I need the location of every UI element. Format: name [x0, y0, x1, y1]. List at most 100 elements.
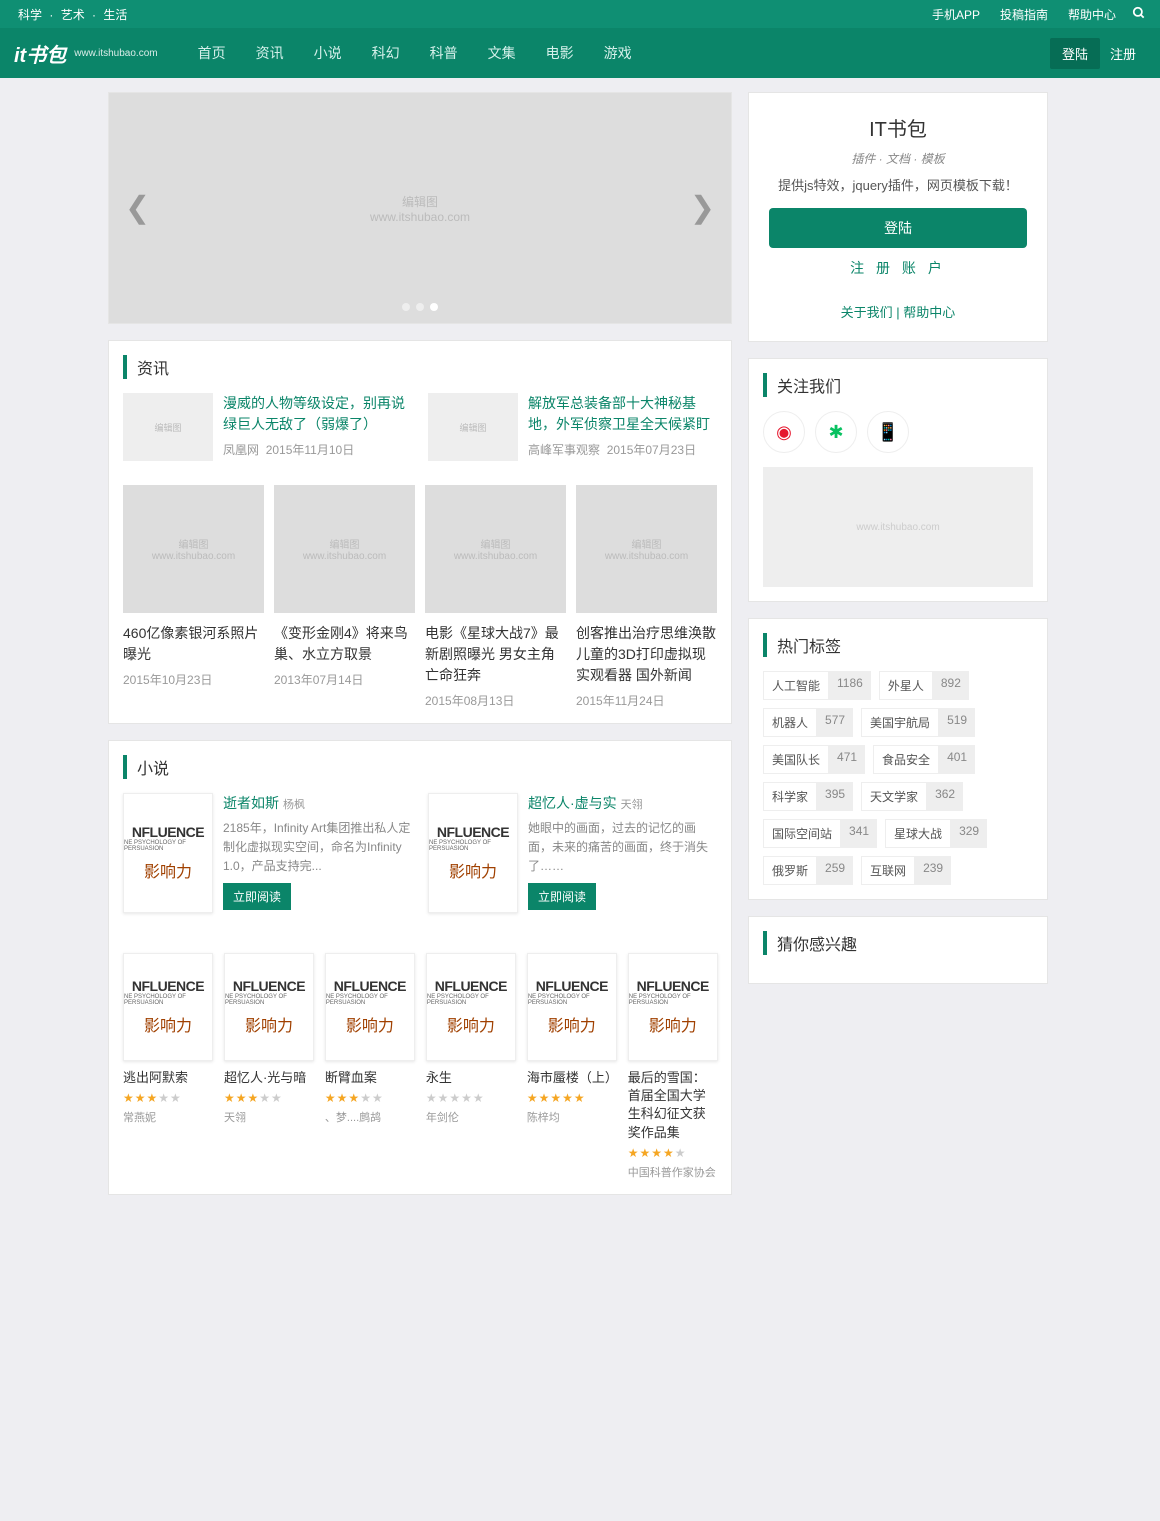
search-icon[interactable]: [1132, 6, 1146, 23]
novel-card[interactable]: NFLUENCENE PSYCHOLOGY OF PERSUASION影响力 永…: [426, 953, 515, 1180]
tag[interactable]: 科学家395: [763, 782, 853, 811]
article-card[interactable]: 编辑图www.itshubao.com 460亿像素银河系照片曝光 2015年1…: [123, 485, 264, 709]
article-title: 解放军总装备部十大神秘基地，外军侦察卫星全天候紧盯: [528, 393, 717, 435]
article-meta: 高峰军事观察 2015年07月23日: [528, 441, 717, 458]
nav-item[interactable]: 科普: [430, 43, 458, 63]
article-item[interactable]: 编辑图 漫威的人物等级设定，别再说绿巨人无敌了（弱爆了） 凤凰网 2015年11…: [123, 393, 412, 461]
topbar-link[interactable]: 科学: [14, 8, 46, 22]
tag[interactable]: 星球大战329: [885, 819, 987, 848]
login-button[interactable]: 登陆: [1050, 38, 1100, 69]
novel-title: 超忆人·虚与实: [528, 795, 617, 811]
article-title: 460亿像素银河系照片曝光: [123, 623, 264, 665]
novel-card[interactable]: NFLUENCENE PSYCHOLOGY OF PERSUASION影响力 超…: [224, 953, 313, 1180]
topbar-link[interactable]: 生活: [99, 8, 131, 22]
novel-title: 逝者如斯: [223, 795, 279, 811]
novel-title: 超忆人·光与暗: [224, 1069, 313, 1087]
mobile-icon[interactable]: 📱: [867, 411, 909, 453]
carousel-dot[interactable]: [416, 303, 424, 311]
article-card[interactable]: 编辑图www.itshubao.com 《变形金刚4》将来鸟巢、水立方取景 20…: [274, 485, 415, 709]
side-brief: 提供js特效，jquery插件，网页模板下载！: [769, 175, 1027, 194]
novel-title: 海市蜃楼（上）: [527, 1069, 616, 1087]
novel-card[interactable]: NFLUENCENE PSYCHOLOGY OF PERSUASION影响力 断…: [325, 953, 414, 1180]
article-date: 2015年08月13日: [425, 692, 566, 709]
side-tagline: 插件 · 文档 · 模板: [769, 150, 1027, 167]
nav-item[interactable]: 游戏: [604, 43, 632, 63]
nav-item[interactable]: 科幻: [372, 43, 400, 63]
carousel-next-icon[interactable]: ❯: [682, 183, 723, 234]
topbar-link[interactable]: 艺术: [57, 8, 89, 22]
thumbnail: 编辑图: [123, 393, 213, 461]
novel-card[interactable]: NFLUENCENE PSYCHOLOGY OF PERSUASION影响力 海…: [527, 953, 616, 1180]
about-link[interactable]: 关于我们: [841, 305, 893, 320]
wechat-icon[interactable]: ✱: [815, 411, 857, 453]
tag[interactable]: 美国队长471: [763, 745, 865, 774]
tag[interactable]: 机器人577: [763, 708, 853, 737]
carousel-placeholder: 编辑图 www.itshubao.com: [109, 93, 731, 323]
nav-item[interactable]: 资讯: [256, 43, 284, 63]
novel-title: 逃出阿默索: [123, 1069, 212, 1087]
carousel-dot[interactable]: [430, 303, 438, 311]
tag[interactable]: 外星人892: [879, 671, 969, 700]
site-logo-sub: www.itshubao.com: [74, 48, 157, 59]
tag[interactable]: 互联网239: [861, 856, 951, 885]
tag[interactable]: 俄罗斯259: [763, 856, 853, 885]
nav-item[interactable]: 首页: [198, 43, 226, 63]
novel-author: 常燕妮: [123, 1109, 212, 1125]
nav-item[interactable]: 电影: [546, 43, 574, 63]
topbar-link[interactable]: 投稿指南: [996, 6, 1052, 23]
tag[interactable]: 食品安全401: [873, 745, 975, 774]
article-title: 创客推出治疗思维涣散儿童的3D打印虚拟现实观看器 国外新闻: [576, 623, 717, 686]
panel-title: 资讯: [123, 355, 717, 379]
novel-card[interactable]: NFLUENCENE PSYCHOLOGY OF PERSUASION影响力 最…: [628, 953, 717, 1180]
carousel-dot[interactable]: [402, 303, 410, 311]
star-rating: ★★★★★: [426, 1091, 515, 1105]
tag[interactable]: 人工智能1186: [763, 671, 871, 700]
side-title: IT书包: [769, 113, 1027, 142]
novel-panel: 小说 NFLUENCENE PSYCHOLOGY OF PERSUASION影响…: [108, 740, 732, 1195]
nav-item[interactable]: 文集: [488, 43, 516, 63]
tag[interactable]: 天文学家362: [861, 782, 963, 811]
topbar-right: 手机APP 投稿指南 帮助中心: [928, 6, 1146, 23]
novel-desc: 2185年，Infinity Art集团推出私人定制化虚拟现实空间，命名为Inf…: [223, 819, 412, 877]
ad-placeholder: www.itshubao.com: [763, 467, 1033, 587]
book-cover: NFLUENCENE PSYCHOLOGY OF PERSUASION影响力: [426, 953, 516, 1061]
site-logo[interactable]: it书包: [14, 39, 66, 68]
topbar-link[interactable]: 手机APP: [928, 6, 984, 23]
book-cover: NFLUENCENE PSYCHOLOGY OF PERSUASION影响力: [428, 793, 518, 913]
star-rating: ★★★★★: [224, 1091, 313, 1105]
novel-featured[interactable]: NFLUENCENE PSYCHOLOGY OF PERSUASION影响力 逝…: [123, 793, 412, 913]
read-button[interactable]: 立即阅读: [223, 883, 291, 910]
novel-title: 断臂血案: [325, 1069, 414, 1087]
article-card[interactable]: 编辑图www.itshubao.com 电影《星球大战7》最新剧照曝光 男女主角…: [425, 485, 566, 709]
star-rating: ★★★★★: [325, 1091, 414, 1105]
star-rating: ★★★★★: [628, 1146, 717, 1160]
book-cover: NFLUENCENE PSYCHOLOGY OF PERSUASION影响力: [325, 953, 415, 1061]
panel-title: 猜你感兴趣: [763, 931, 1033, 955]
news-panel: 资讯 编辑图 漫威的人物等级设定，别再说绿巨人无敌了（弱爆了） 凤凰网 2015…: [108, 340, 732, 724]
article-date: 2015年10月23日: [123, 671, 264, 688]
tag[interactable]: 国际空间站341: [763, 819, 877, 848]
star-rating: ★★★★★: [527, 1091, 616, 1105]
topbar-link[interactable]: 帮助中心: [1064, 6, 1120, 23]
register-button[interactable]: 注册: [1100, 38, 1146, 69]
tag[interactable]: 美国宇航局519: [861, 708, 975, 737]
weibo-icon[interactable]: ◉: [763, 411, 805, 453]
novel-featured[interactable]: NFLUENCENE PSYCHOLOGY OF PERSUASION影响力 超…: [428, 793, 717, 913]
novel-author: 、梦....鹧鸪: [325, 1109, 414, 1125]
tags-panel: 热门标签 人工智能1186外星人892机器人577美国宇航局519美国队长471…: [748, 618, 1048, 900]
article-item[interactable]: 编辑图 解放军总装备部十大神秘基地，外军侦察卫星全天候紧盯 高峰军事观察 201…: [428, 393, 717, 461]
nav-item[interactable]: 小说: [314, 43, 342, 63]
novel-desc: 她眼中的画面，过去的记忆的画面，未来的痛苦的画面，终于消失了……: [528, 819, 717, 877]
side-register-button[interactable]: 注 册 账 户: [769, 248, 1027, 288]
carousel-prev-icon[interactable]: ❮: [117, 183, 158, 234]
read-button[interactable]: 立即阅读: [528, 883, 596, 910]
side-login-button[interactable]: 登陆: [769, 208, 1027, 248]
novel-card[interactable]: NFLUENCENE PSYCHOLOGY OF PERSUASION影响力 逃…: [123, 953, 212, 1180]
article-meta: 凤凰网 2015年11月10日: [223, 441, 412, 458]
help-link[interactable]: 帮助中心: [903, 305, 955, 320]
nav-menu: 首页 资讯 小说 科幻 科普 文集 电影 游戏: [198, 43, 1050, 63]
article-card[interactable]: 编辑图www.itshubao.com 创客推出治疗思维涣散儿童的3D打印虚拟现…: [576, 485, 717, 709]
book-cover: NFLUENCENE PSYCHOLOGY OF PERSUASION影响力: [123, 953, 213, 1061]
star-rating: ★★★★★: [123, 1091, 212, 1105]
novel-author: 杨枫: [283, 799, 305, 811]
